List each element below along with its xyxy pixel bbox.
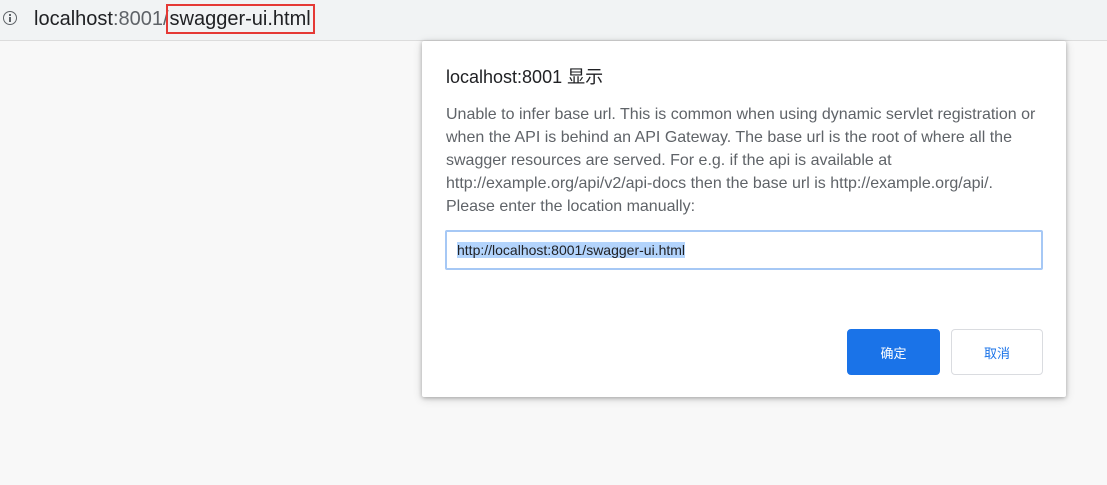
cancel-button[interactable]: 取消 — [951, 329, 1043, 375]
address-bar[interactable]: localhost:8001/swagger-ui.html — [0, 0, 1107, 41]
base-url-input-value[interactable]: http://localhost:8001/swagger-ui.html — [457, 242, 686, 258]
dialog-message: Unable to infer base url. This is common… — [446, 106, 1036, 215]
url-port: :8001/ — [112, 8, 169, 30]
prompt-dialog: localhost:8001 显示 Unable to infer base u… — [422, 41, 1066, 397]
url-host: localhost — [34, 8, 113, 30]
ok-button[interactable]: 确定 — [847, 329, 940, 375]
info-icon[interactable] — [3, 11, 17, 25]
url-path-highlighted: swagger-ui.html — [165, 4, 315, 34]
base-url-input[interactable]: http://localhost:8001/swagger-ui.html — [445, 230, 1043, 270]
dialog-title: localhost:8001 显示 — [446, 67, 604, 87]
url-text[interactable]: localhost:8001/swagger-ui.html — [34, 4, 315, 34]
